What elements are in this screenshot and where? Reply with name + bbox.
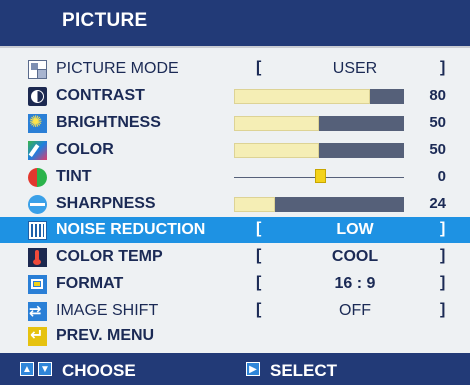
menu-title: PICTURE [62, 10, 148, 31]
footer-choose-label: CHOOSE [62, 361, 136, 380]
menu-item-label: PICTURE MODE [56, 60, 179, 77]
sharpness-value: 24 [429, 195, 446, 212]
contrast-icon [28, 87, 47, 106]
bracket-open: [ [256, 274, 262, 291]
bracket-close: ] [440, 247, 446, 264]
down-arrow-icon: ▼ [38, 362, 52, 376]
image-shift-icon [28, 302, 47, 321]
menu-item-label: TINT [56, 168, 92, 185]
color-slider[interactable] [234, 143, 404, 158]
menu-item-label: PREV. MENU [56, 327, 155, 344]
menu-item-image-shift[interactable]: IMAGE SHIFT [ OFF ] [0, 298, 470, 324]
menu-item-prev-menu[interactable]: PREV. MENU [0, 323, 470, 349]
menu-item-label: FORMAT [56, 275, 124, 292]
brightness-icon [28, 113, 47, 133]
menu-item-picture-mode[interactable]: PICTURE MODE [ USER ] [0, 56, 470, 82]
color-slider-fill [234, 143, 319, 158]
picture-osd-menu: PICTURE PICTURE MODE [ USER ] CONTRAST 8… [0, 0, 470, 385]
menu-header: PICTURE [0, 0, 470, 46]
menu-item-label: COLOR [56, 141, 114, 158]
bracket-close: ] [440, 59, 446, 76]
menu-item-format[interactable]: FORMAT [ 16 : 9 ] [0, 271, 470, 297]
picture-mode-value: USER [332, 60, 378, 77]
menu-item-color-temp[interactable]: COLOR TEMP [ COOL ] [0, 244, 470, 270]
menu-panel: PICTURE MODE [ USER ] CONTRAST 80 BRIGHT… [0, 46, 470, 353]
bracket-open: [ [256, 59, 262, 76]
menu-item-label: IMAGE SHIFT [56, 302, 159, 319]
menu-item-label: SHARPNESS [56, 195, 156, 212]
menu-item-color[interactable]: COLOR 50 [0, 137, 470, 163]
bracket-close: ] [440, 301, 446, 318]
bracket-open: [ [256, 301, 262, 318]
noise-reduction-value: LOW [336, 221, 374, 238]
menu-item-label: BRIGHTNESS [56, 114, 161, 131]
sharpness-icon [28, 195, 47, 214]
color-icon [28, 141, 47, 160]
tint-icon [28, 168, 47, 187]
menu-item-label: NOISE REDUCTION [56, 221, 206, 238]
menu-item-noise-reduction[interactable]: NOISE REDUCTION [ LOW ] [0, 217, 470, 243]
bracket-close: ] [440, 220, 446, 237]
brightness-slider[interactable] [234, 116, 404, 131]
tint-value: 0 [437, 168, 446, 185]
menu-item-brightness[interactable]: BRIGHTNESS 50 [0, 110, 470, 136]
footer-select-label: SELECT [270, 361, 338, 380]
menu-item-label: CONTRAST [56, 87, 145, 104]
format-icon [28, 275, 47, 294]
up-arrow-icon: ▲ [20, 362, 34, 376]
color-temp-value: COOL [331, 248, 379, 265]
image-shift-value: OFF [339, 302, 371, 319]
bracket-open: [ [256, 220, 262, 237]
sharpness-slider[interactable] [234, 197, 404, 212]
brightness-slider-fill [234, 116, 319, 131]
sharpness-slider-fill [234, 197, 275, 212]
tint-slider-handle[interactable] [315, 169, 326, 183]
menu-footer: ▲ ▼ CHOOSE ▶ SELECT [0, 353, 470, 385]
contrast-slider[interactable] [234, 89, 404, 104]
menu-item-label: COLOR TEMP [56, 248, 163, 265]
right-arrow-icon: ▶ [246, 362, 260, 376]
divider [0, 46, 470, 48]
return-icon [28, 326, 47, 346]
noise-reduction-icon [28, 221, 47, 240]
contrast-value: 80 [429, 87, 446, 104]
color-value: 50 [429, 141, 446, 158]
format-value: 16 : 9 [334, 275, 376, 292]
brightness-value: 50 [429, 114, 446, 131]
bracket-open: [ [256, 247, 262, 264]
bracket-close: ] [440, 274, 446, 291]
menu-item-sharpness[interactable]: SHARPNESS 24 [0, 191, 470, 217]
picture-mode-icon [28, 60, 47, 79]
menu-item-contrast[interactable]: CONTRAST 80 [0, 83, 470, 109]
contrast-slider-fill [234, 89, 370, 104]
thermometer-icon [28, 248, 47, 267]
menu-item-tint[interactable]: TINT 0 [0, 164, 470, 190]
